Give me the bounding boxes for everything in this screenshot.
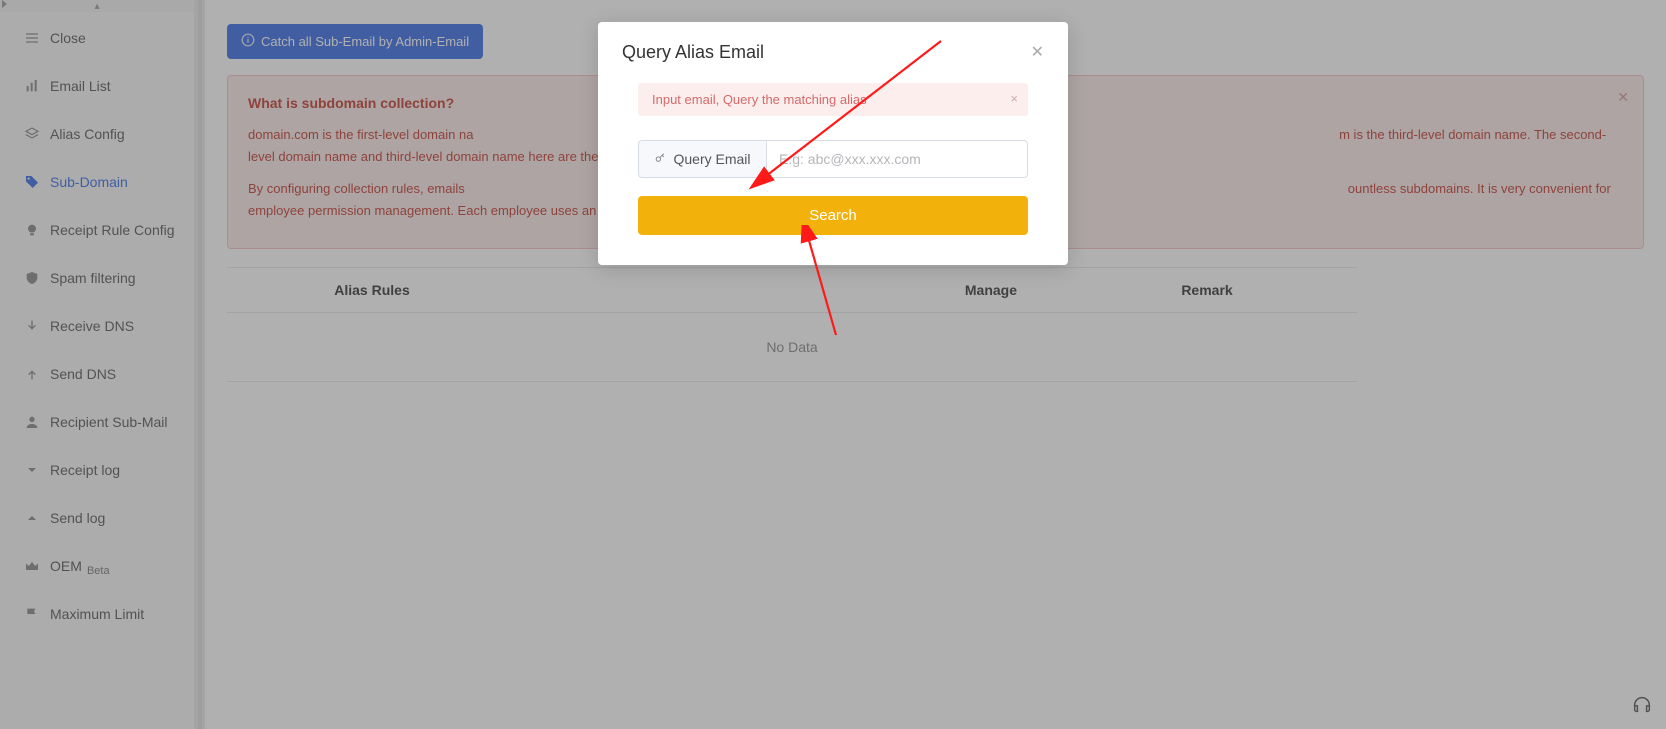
dialog-hint-text: Input email, Query the matching alias: [652, 92, 867, 107]
query-input-label: Query Email: [638, 140, 766, 178]
dialog-title: Query Alias Email: [622, 42, 764, 63]
key-icon: [654, 151, 667, 167]
query-alias-dialog: Query Alias Email ✕ Input email, Query t…: [598, 22, 1068, 265]
query-email-input[interactable]: [766, 140, 1028, 178]
dialog-hint-alert: Input email, Query the matching alias ×: [638, 83, 1028, 116]
search-button[interactable]: Search: [638, 196, 1028, 235]
dialog-close-icon[interactable]: ✕: [1031, 42, 1044, 62]
query-input-group: Query Email: [638, 140, 1028, 178]
dialog-hint-close-icon[interactable]: ×: [1010, 91, 1018, 106]
